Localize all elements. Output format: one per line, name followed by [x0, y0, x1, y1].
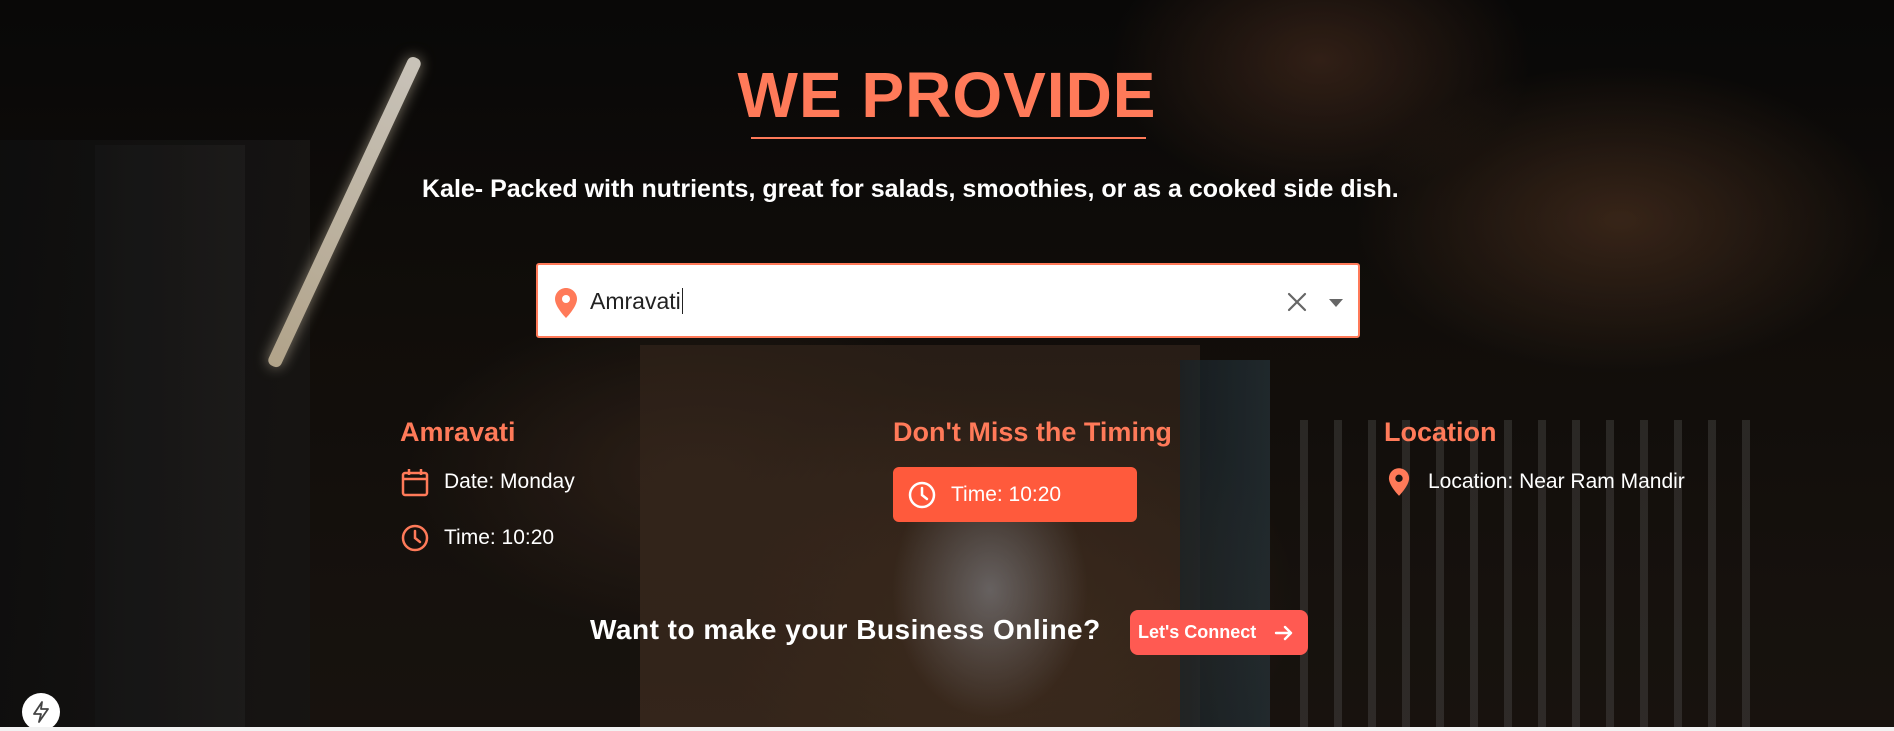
timing-label: Time: 10:20 — [951, 482, 1062, 506]
date-label: Date: Monday — [444, 470, 575, 493]
clock-icon — [400, 523, 430, 553]
hero-subtitle: Kale- Packed with nutrients, great for s… — [422, 175, 1399, 203]
chevron-down-icon[interactable] — [1328, 298, 1344, 308]
location-info: Location: Near Ram Mandir — [1384, 467, 1685, 497]
location-heading: Location — [1384, 417, 1497, 447]
cta-text: Want to make your Business Online? — [590, 614, 1101, 645]
location-label: Location: Near Ram Mandir — [1428, 470, 1685, 493]
date-info: Date: Monday — [400, 467, 575, 497]
hero-section: WE PROVIDE Kale- Packed with nutrients, … — [0, 0, 1894, 731]
time-info: Time: 10:20 — [400, 523, 554, 553]
bottom-divider — [0, 727, 1894, 731]
city-heading: Amravati — [400, 417, 516, 447]
lets-connect-label: Let's Connect — [1138, 622, 1257, 642]
page-title: WE PROVIDE — [737, 59, 1157, 131]
city-select[interactable]: Amravati — [536, 263, 1360, 338]
city-search-input[interactable]: Amravati — [590, 288, 1190, 315]
timing-badge: Time: 10:20 — [893, 467, 1137, 522]
calendar-icon — [400, 467, 430, 497]
lets-connect-button[interactable]: Let's Connect — [1130, 610, 1308, 655]
arrow-right-icon — [1274, 625, 1293, 641]
location-pin-icon — [1384, 467, 1414, 497]
title-underline — [751, 137, 1146, 139]
bolt-icon[interactable] — [22, 693, 60, 731]
close-icon[interactable] — [1286, 291, 1308, 313]
timing-heading: Don't Miss the Timing — [893, 417, 1172, 447]
clock-icon — [907, 480, 937, 510]
time-label: Time: 10:20 — [444, 526, 555, 549]
location-pin-icon — [555, 288, 577, 318]
